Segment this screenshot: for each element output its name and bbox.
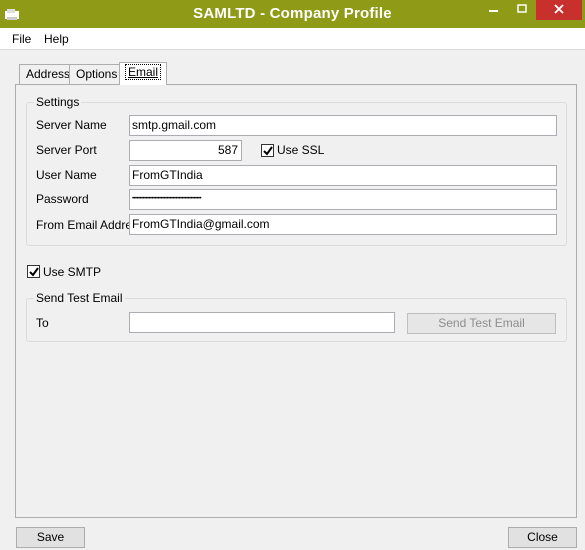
close-window-button[interactable] <box>536 0 582 20</box>
menu-help[interactable]: Help <box>44 32 69 46</box>
checkmark-icon <box>29 267 39 277</box>
user-name-label: User Name <box>36 168 97 182</box>
settings-group-title: Settings <box>34 95 82 109</box>
maximize-icon <box>517 4 527 13</box>
tab-address-label: Address <box>26 67 71 81</box>
tab-email-label: Email <box>124 64 162 80</box>
user-name-input[interactable]: FromGTIndia <box>129 165 557 186</box>
save-button[interactable]: Save <box>16 527 85 548</box>
close-icon <box>554 4 564 14</box>
password-input[interactable]: ••••••••••••••••••••••••••••••••••••••••… <box>129 189 557 210</box>
server-name-input[interactable]: smtp.gmail.com <box>129 115 557 136</box>
from-email-label: From Email Address <box>36 218 145 232</box>
send-test-email-group: Send Test Email To Send Test Email <box>26 291 567 342</box>
tab-email[interactable]: Email <box>119 62 168 85</box>
minimize-button[interactable] <box>480 0 508 20</box>
from-email-input[interactable]: FromGTIndia@gmail.com <box>129 214 557 235</box>
close-button[interactable]: Close <box>508 527 577 548</box>
minimize-icon <box>489 10 498 12</box>
server-name-label: Server Name <box>36 118 107 132</box>
use-smtp-label[interactable]: Use SMTP <box>43 265 101 279</box>
server-port-label: Server Port <box>36 143 97 157</box>
title-bar[interactable]: SAMLTD - Company Profile <box>0 0 585 28</box>
maximize-button[interactable] <box>508 0 536 20</box>
use-smtp-checkbox[interactable] <box>27 265 40 278</box>
password-label: Password <box>36 192 89 206</box>
menu-bar: File Help <box>0 28 585 50</box>
send-test-email-button[interactable]: Send Test Email <box>407 313 556 334</box>
use-ssl-label[interactable]: Use SSL <box>277 143 324 157</box>
email-tab-panel: Settings Server Name smtp.gmail.com Serv… <box>15 84 577 518</box>
server-port-input[interactable]: 587 <box>129 140 242 161</box>
use-ssl-checkbox[interactable] <box>261 144 274 157</box>
tab-options-label: Options <box>76 67 118 81</box>
tab-options[interactable]: Options <box>69 64 125 84</box>
menu-file[interactable]: File <box>12 32 31 46</box>
settings-group: Settings Server Name smtp.gmail.com Serv… <box>26 95 567 246</box>
to-label: To <box>36 316 49 330</box>
to-input[interactable] <box>129 312 395 333</box>
send-test-email-group-title: Send Test Email <box>34 291 125 305</box>
checkmark-icon <box>263 146 273 156</box>
tab-control: Address Options Email Settings Server Na… <box>14 58 577 518</box>
